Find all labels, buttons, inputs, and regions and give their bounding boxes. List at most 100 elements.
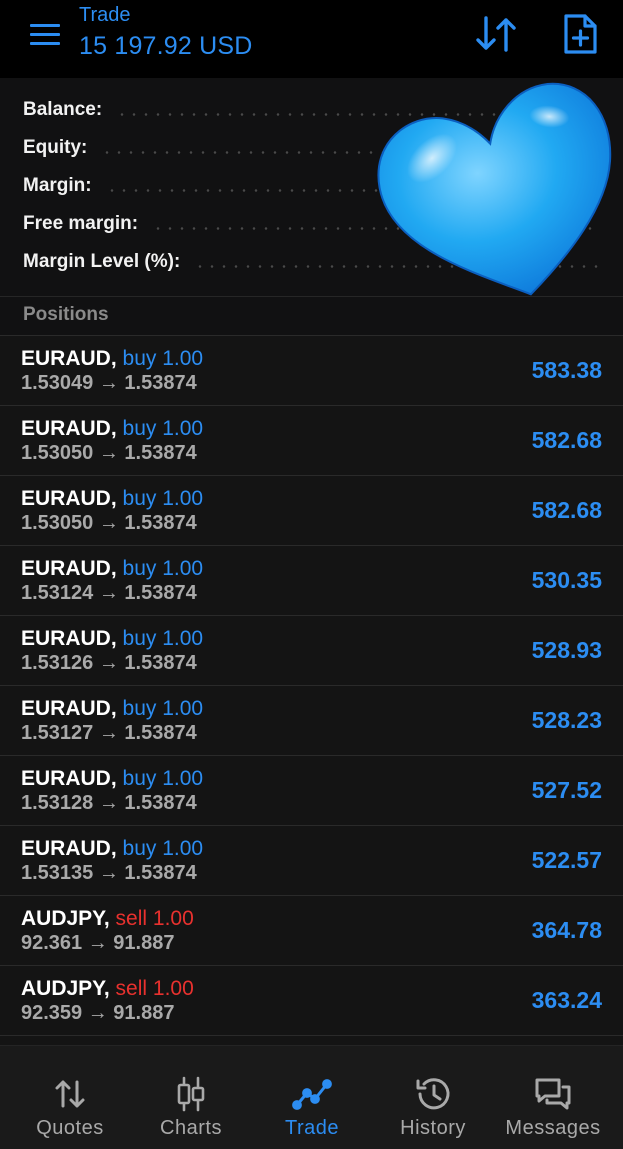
position-title: AUDJPY, sell 1.00 bbox=[21, 977, 194, 1001]
new-order-document-icon[interactable] bbox=[560, 12, 600, 56]
position-title: EURAUD, buy 1.00 bbox=[21, 557, 203, 581]
summary-label: Free margin: bbox=[23, 213, 139, 234]
position-symbol: EURAUD, bbox=[21, 767, 117, 790]
open-price: 1.53126 bbox=[21, 652, 94, 674]
position-row-partial[interactable] bbox=[0, 1035, 623, 1045]
position-profit: 527.52 bbox=[531, 777, 602, 803]
position-volume: 1.00 bbox=[162, 417, 204, 440]
position-volume: 1.00 bbox=[162, 487, 204, 510]
arrow-right-icon: → bbox=[98, 652, 119, 674]
nav-item-trade[interactable]: Trade bbox=[250, 1046, 374, 1149]
position-volume: 1.00 bbox=[162, 697, 204, 720]
screen-title: Trade bbox=[79, 4, 131, 26]
nav-item-charts[interactable]: Charts bbox=[129, 1046, 253, 1149]
position-volume: 1.00 bbox=[162, 557, 204, 580]
arrow-right-icon: → bbox=[87, 932, 108, 954]
summary-label: Balance: bbox=[23, 99, 103, 120]
position-prices: 1.53128 → 1.53874 bbox=[21, 792, 197, 815]
position-row[interactable]: AUDJPY, sell 1.00 92.361 → 91.887 364.78 bbox=[0, 895, 623, 965]
position-symbol: EURAUD, bbox=[21, 557, 117, 580]
position-symbol: EURAUD, bbox=[21, 837, 117, 860]
nav-label: Quotes bbox=[36, 1117, 104, 1139]
nav-item-quotes[interactable]: Quotes bbox=[8, 1046, 132, 1149]
current-price: 1.53874 bbox=[124, 372, 197, 394]
position-symbol: EURAUD, bbox=[21, 487, 117, 510]
current-price: 1.53874 bbox=[124, 582, 197, 604]
position-direction: sell bbox=[115, 907, 148, 930]
quotes-arrows-icon bbox=[55, 1080, 85, 1108]
position-volume: 1.00 bbox=[152, 977, 194, 1000]
open-price: 1.53127 bbox=[21, 722, 94, 744]
position-title: EURAUD, buy 1.00 bbox=[21, 487, 203, 511]
position-direction: buy bbox=[122, 417, 157, 440]
current-price: 1.53874 bbox=[124, 862, 197, 884]
position-prices: 1.53050 → 1.53874 bbox=[21, 512, 197, 535]
position-symbol: EURAUD, bbox=[21, 347, 117, 370]
nav-label: Charts bbox=[160, 1117, 222, 1139]
position-title: EURAUD, buy 1.00 bbox=[21, 837, 203, 861]
position-prices: 1.53049 → 1.53874 bbox=[21, 372, 197, 395]
current-price: 91.887 bbox=[113, 932, 175, 954]
position-prices: 1.53050 → 1.53874 bbox=[21, 442, 197, 465]
current-price: 91.887 bbox=[113, 1002, 175, 1024]
nav-item-history[interactable]: History bbox=[371, 1046, 495, 1149]
position-row[interactable]: EURAUD, buy 1.00 1.53124 → 1.53874 530.3… bbox=[0, 545, 623, 615]
position-volume: 1.00 bbox=[152, 907, 194, 930]
position-direction: buy bbox=[122, 837, 157, 860]
position-symbol: AUDJPY, bbox=[21, 907, 110, 930]
current-price: 1.53874 bbox=[124, 512, 197, 534]
history-clock-icon bbox=[416, 1078, 450, 1110]
position-profit: 582.68 bbox=[531, 427, 602, 453]
position-row[interactable]: EURAUD, buy 1.00 1.53050 → 1.53874 582.6… bbox=[0, 475, 623, 545]
header-balance: 15 197.92 USD bbox=[79, 32, 253, 60]
position-direction: buy bbox=[122, 697, 157, 720]
position-prices: 1.53135 → 1.53874 bbox=[21, 862, 197, 885]
position-direction: sell bbox=[115, 977, 148, 1000]
position-symbol: EURAUD, bbox=[21, 697, 117, 720]
current-price: 1.53874 bbox=[124, 652, 197, 674]
arrow-right-icon: → bbox=[87, 1002, 108, 1024]
summary-label: Equity: bbox=[23, 137, 88, 158]
nav-label: Trade bbox=[284, 1117, 339, 1139]
open-price: 1.53050 bbox=[21, 442, 94, 464]
current-price: 1.53874 bbox=[124, 792, 197, 814]
position-symbol: EURAUD, bbox=[21, 417, 117, 440]
positions-list[interactable]: EURAUD, buy 1.00 1.53049 → 1.53874 583.3… bbox=[0, 335, 623, 1045]
position-row[interactable]: EURAUD, buy 1.00 1.53126 → 1.53874 528.9… bbox=[0, 615, 623, 685]
open-price: 92.361 bbox=[21, 932, 83, 954]
position-profit: 583.38 bbox=[531, 357, 602, 383]
position-row[interactable]: EURAUD, buy 1.00 1.53049 → 1.53874 583.3… bbox=[0, 335, 623, 405]
position-profit: 528.23 bbox=[531, 707, 602, 733]
position-title: EURAUD, buy 1.00 bbox=[21, 627, 203, 651]
hamburger-menu-icon[interactable] bbox=[24, 18, 64, 54]
nav-item-messages[interactable]: Messages bbox=[491, 1046, 615, 1149]
position-profit: 522.57 bbox=[531, 847, 602, 873]
nav-label: Messages bbox=[505, 1117, 601, 1139]
sort-arrows-icon[interactable] bbox=[474, 12, 518, 56]
position-symbol: EURAUD, bbox=[21, 627, 117, 650]
open-price: 1.53128 bbox=[21, 792, 94, 814]
position-row[interactable]: AUDJPY, sell 1.00 92.359 → 91.887 363.24 bbox=[0, 965, 623, 1035]
position-volume: 1.00 bbox=[162, 347, 204, 370]
position-profit: 363.24 bbox=[531, 987, 602, 1013]
open-price: 1.53050 bbox=[21, 512, 94, 534]
open-price: 92.359 bbox=[21, 1002, 83, 1024]
position-row[interactable]: EURAUD, buy 1.00 1.53050 → 1.53874 582.6… bbox=[0, 405, 623, 475]
position-profit: 530.35 bbox=[531, 567, 602, 593]
position-title: EURAUD, buy 1.00 bbox=[21, 347, 203, 371]
position-prices: 1.53127 → 1.53874 bbox=[21, 722, 197, 745]
position-row[interactable]: EURAUD, buy 1.00 1.53127 → 1.53874 528.2… bbox=[0, 685, 623, 755]
position-row[interactable]: EURAUD, buy 1.00 1.53135 → 1.53874 522.5… bbox=[0, 825, 623, 895]
summary-label: Margin Level (%): bbox=[23, 251, 181, 272]
position-direction: buy bbox=[122, 487, 157, 510]
position-title: EURAUD, buy 1.00 bbox=[21, 417, 203, 441]
arrow-right-icon: → bbox=[98, 582, 119, 604]
position-row[interactable]: EURAUD, buy 1.00 1.53128 → 1.53874 527.5… bbox=[0, 755, 623, 825]
position-direction: buy bbox=[122, 627, 157, 650]
position-prices: 92.359 → 91.887 bbox=[21, 1002, 174, 1025]
position-volume: 1.00 bbox=[162, 627, 204, 650]
arrow-right-icon: → bbox=[98, 792, 119, 814]
position-prices: 92.361 → 91.887 bbox=[21, 932, 174, 955]
arrow-right-icon: → bbox=[98, 442, 119, 464]
position-profit: 364.78 bbox=[531, 917, 602, 943]
